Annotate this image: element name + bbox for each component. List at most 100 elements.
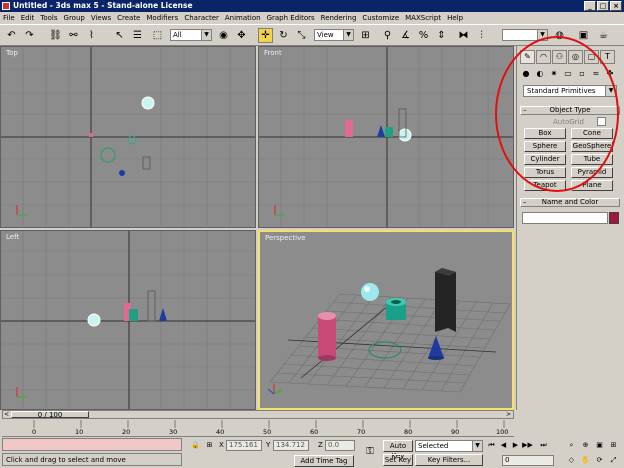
select-by-name-icon[interactable]: ☰ [130, 28, 145, 43]
name-and-color-rollout-header[interactable]: – Name and Color [520, 198, 620, 207]
geosphere-button[interactable]: GeoSphere [571, 141, 613, 152]
helpers-icon[interactable]: ▫ [576, 68, 588, 80]
spinner-snap-icon[interactable]: ⇕ [434, 28, 449, 43]
snap-toggle-icon[interactable]: ⚲ [380, 28, 395, 43]
autogrid-checkbox[interactable] [597, 117, 606, 126]
maxscript-listener-mini[interactable] [2, 438, 182, 451]
y-coord-field[interactable]: 134.712 [273, 440, 309, 451]
geometry-icon[interactable]: ● [520, 68, 532, 80]
absolute-mode-icon[interactable]: ⊞ [204, 440, 215, 450]
sphere-button[interactable]: Sphere [524, 141, 566, 152]
zoom-extents-icon[interactable]: ▣ [594, 440, 605, 450]
selection-filter-dropdown[interactable]: All ▼ [170, 29, 212, 41]
menu-customize[interactable]: Customize [359, 14, 402, 22]
key-filters-button[interactable]: Key Filters... [415, 454, 483, 466]
maximize-button[interactable]: □ [597, 1, 609, 11]
previous-frame-icon[interactable]: ◀ [498, 440, 509, 450]
viewport-top[interactable]: Top [0, 46, 256, 228]
maximize-viewport-icon[interactable]: ⤢ [608, 455, 619, 465]
goto-start-icon[interactable]: ⏮ [486, 440, 497, 450]
align-icon[interactable]: ⫶ [474, 28, 489, 43]
time-slider[interactable]: < 0 / 100 > [2, 410, 514, 419]
zoom-icon[interactable]: ⌕ [566, 440, 577, 450]
torus-button[interactable]: Torus [524, 167, 566, 178]
teapot-button[interactable]: Teapot [524, 180, 566, 191]
viewport-front[interactable]: Front [258, 46, 514, 228]
field-of-view-icon[interactable]: ◇ [566, 455, 577, 465]
named-selection-dropdown[interactable]: ▼ [502, 29, 548, 41]
select-and-rotate-icon[interactable]: ↻ [276, 28, 291, 43]
material-editor-icon[interactable]: ◍ [552, 28, 567, 43]
object-name-field[interactable] [522, 212, 608, 224]
menu-tools[interactable]: Tools [37, 14, 60, 22]
object-color-swatch[interactable] [609, 212, 619, 224]
cylinder-button[interactable]: Cylinder [524, 154, 566, 165]
menu-views[interactable]: Views [88, 14, 114, 22]
space-warps-icon[interactable]: ≈ [590, 68, 602, 80]
render-scene-icon[interactable]: ▣ [576, 28, 591, 43]
mirror-icon[interactable]: ⧓ [456, 28, 471, 43]
pyramid-button[interactable]: Pyramid [571, 167, 613, 178]
z-coord-field[interactable]: 0.0 [325, 440, 355, 451]
lock-selection-icon[interactable]: 🔒 [190, 440, 201, 450]
menu-edit[interactable]: Edit [18, 14, 38, 22]
menu-rendering[interactable]: Rendering [318, 14, 360, 22]
menu-graph-editors[interactable]: Graph Editors [264, 14, 318, 22]
key-mode-dropdown[interactable]: Selected ▼ [415, 440, 483, 452]
viewport-left[interactable]: Left [0, 230, 256, 410]
slider-right-arrow-icon[interactable]: > [506, 411, 511, 418]
menu-animation[interactable]: Animation [222, 14, 264, 22]
unlink-icon[interactable]: ⚯ [66, 28, 81, 43]
tube-button[interactable]: Tube [571, 154, 613, 165]
goto-end-icon[interactable]: ⏭ [538, 440, 549, 450]
motion-tab-icon[interactable]: ◎ [568, 50, 583, 64]
slider-left-arrow-icon[interactable]: < [4, 411, 9, 418]
menu-character[interactable]: Character [181, 14, 222, 22]
auto-key-button[interactable]: Auto Key [383, 440, 413, 460]
box-button[interactable]: Box [524, 128, 566, 139]
percent-snap-icon[interactable]: % [416, 28, 431, 43]
undo-icon[interactable]: ↶ [4, 28, 19, 43]
menu-maxscript[interactable]: MAXScript [402, 14, 444, 22]
time-slider-thumb[interactable]: 0 / 100 [11, 411, 89, 419]
redo-icon[interactable]: ↷ [22, 28, 37, 43]
object-type-rollout-header[interactable]: – Object Type [520, 106, 620, 115]
systems-icon[interactable]: ✤ [604, 68, 616, 80]
hierarchy-tab-icon[interactable]: ⚇ [552, 50, 567, 64]
track-bar[interactable]: 0 10 20 30 40 50 60 70 80 90 100 [2, 420, 514, 437]
next-frame-icon[interactable]: ▶▶ [522, 440, 533, 450]
x-coord-field[interactable]: 175.161 [226, 440, 262, 451]
lights-icon[interactable]: ✷ [548, 68, 560, 80]
minimize-button[interactable]: _ [584, 1, 596, 11]
menu-file[interactable]: File [0, 14, 18, 22]
cameras-icon[interactable]: ▭ [562, 68, 574, 80]
rect-selection-region-icon[interactable]: ⬚ [150, 28, 165, 43]
pivot-center-icon[interactable]: ⊞ [358, 28, 373, 43]
key-icon[interactable]: ⚿ [360, 447, 380, 457]
play-icon[interactable]: ▶ [510, 440, 521, 450]
plane-button[interactable]: Plane [571, 180, 613, 191]
utilities-tab-icon[interactable]: T [600, 50, 615, 64]
add-time-tag-button[interactable]: Add Time Tag [294, 455, 354, 467]
reference-coordinate-dropdown[interactable]: View ▼ [314, 29, 354, 41]
cone-button[interactable]: Cone [571, 128, 613, 139]
zoom-extents-all-icon[interactable]: ⊞ [608, 440, 619, 450]
zoom-all-icon[interactable]: ⊕ [580, 440, 591, 450]
shapes-icon[interactable]: ◐ [534, 68, 546, 80]
display-tab-icon[interactable]: ▢ [584, 50, 599, 64]
current-frame-field[interactable]: 0 [502, 455, 554, 466]
set-key-button[interactable]: Set Key [383, 454, 413, 466]
window-crossing-icon[interactable]: ◉ [216, 28, 231, 43]
select-and-move-extra-icon[interactable]: ✥ [234, 28, 249, 43]
quick-render-icon[interactable]: ☕ [596, 28, 611, 43]
link-icon[interactable]: ⛓ [48, 28, 63, 43]
select-and-scale-icon[interactable]: ⤡ [294, 28, 309, 43]
close-button[interactable]: × [610, 1, 622, 11]
angle-snap-icon[interactable]: ∡ [398, 28, 413, 43]
menu-help[interactable]: Help [444, 14, 466, 22]
viewport-perspective[interactable]: Perspective [258, 230, 514, 410]
menu-create[interactable]: Create [114, 14, 143, 22]
menu-group[interactable]: Group [61, 14, 88, 22]
modify-tab-icon[interactable]: ◠ [536, 50, 551, 64]
create-tab-icon[interactable]: ✎ [520, 50, 535, 64]
